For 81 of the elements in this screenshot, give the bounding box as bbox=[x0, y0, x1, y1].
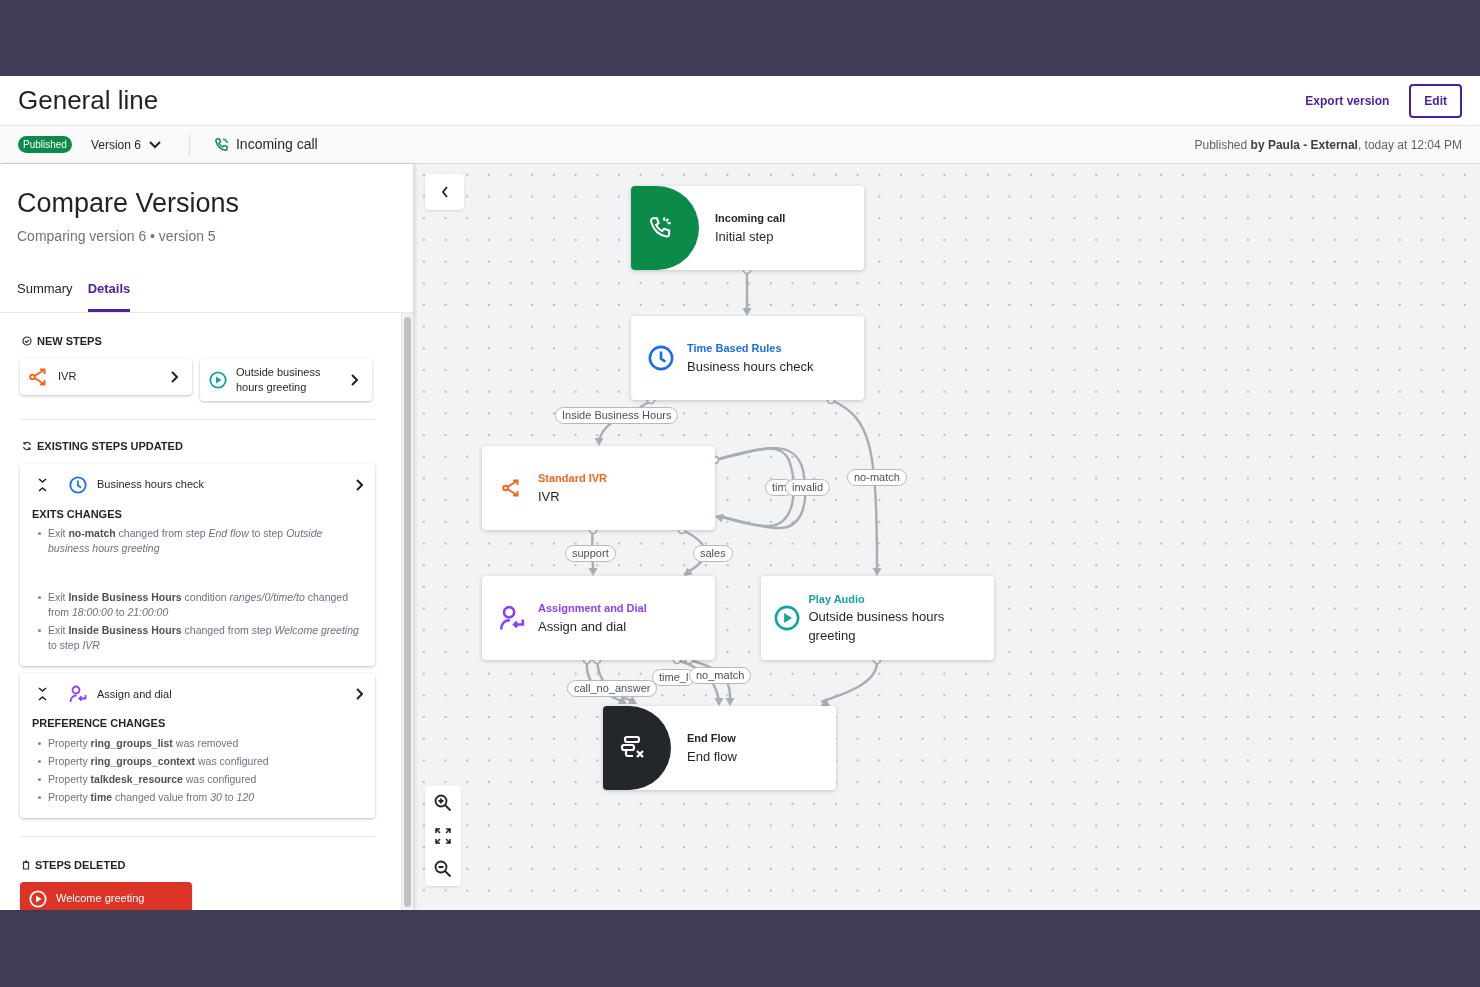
chevron-left-icon bbox=[440, 186, 449, 198]
edge-label: support bbox=[565, 545, 616, 562]
expand-icon bbox=[435, 828, 451, 844]
node-title: IVR bbox=[538, 487, 561, 506]
clock-icon bbox=[648, 345, 674, 371]
person-arrow-icon bbox=[499, 605, 525, 631]
bullet bbox=[38, 759, 41, 763]
edge-label: invalid bbox=[785, 479, 831, 496]
change-text: Property talkdesk_resource was configured bbox=[48, 771, 257, 787]
section-heading: EXISTING STEPS UPDATED bbox=[37, 439, 183, 454]
tab[interactable]: Details bbox=[87, 279, 131, 312]
change-text: Property ring_groups_context was configured bbox=[48, 753, 269, 769]
bullet bbox=[38, 795, 41, 799]
node-title: Initial step bbox=[715, 227, 775, 246]
node-title: End flow bbox=[687, 747, 737, 766]
step-card[interactable]: IVR bbox=[20, 358, 192, 395]
change-text: Property ring_groups_list was removed bbox=[48, 735, 239, 751]
person-arrow-icon bbox=[69, 685, 87, 703]
section-heading: NEW STEPS bbox=[37, 333, 102, 349]
page-title: General line bbox=[18, 84, 159, 117]
bullet bbox=[38, 741, 41, 745]
chevron-down-icon bbox=[148, 140, 161, 149]
export-link[interactable]: Export version bbox=[1305, 91, 1390, 110]
edge-label: call_no_answer bbox=[567, 680, 658, 697]
play-circle-icon bbox=[209, 370, 227, 389]
chevron-right-icon bbox=[355, 478, 363, 491]
node-category: Assignment and Dial bbox=[538, 601, 647, 617]
section-heading: STEPS DELETED bbox=[35, 857, 126, 873]
panel-title: Compare Versions bbox=[17, 190, 241, 217]
change-text: Exit Inside Business Hours changed from step Welcome greeting to step IVR bbox=[48, 623, 360, 653]
node-category: Time Based Rules bbox=[687, 341, 783, 357]
node-title: Outside business hours greeting bbox=[808, 608, 946, 646]
check-circle-icon bbox=[22, 335, 32, 346]
published-info: Published by Paula - External, today at 12:04 PM bbox=[1194, 136, 1462, 154]
edit-button[interactable]: Edit bbox=[1409, 83, 1462, 118]
deleted-step[interactable]: Welcome greeting bbox=[20, 882, 192, 910]
tab[interactable]: Summary bbox=[17, 279, 73, 312]
node-category: End Flow bbox=[687, 731, 737, 747]
fit-view-button[interactable] bbox=[435, 828, 451, 844]
branch-icon bbox=[29, 367, 49, 386]
play-circle-icon bbox=[773, 605, 800, 631]
clock-icon bbox=[69, 475, 87, 494]
branch-icon bbox=[502, 479, 522, 497]
collapse-icon[interactable] bbox=[38, 477, 47, 492]
trigger-label: Incoming call bbox=[235, 135, 318, 154]
version-dropdown[interactable]: Version 6 bbox=[90, 135, 161, 154]
group-title: EXITS CHANGES bbox=[32, 506, 123, 522]
step-card[interactable]: Outside business hours greeting bbox=[200, 358, 372, 401]
refresh-icon bbox=[22, 441, 32, 452]
trash-icon bbox=[22, 859, 30, 870]
node-category: Incoming call bbox=[715, 211, 786, 227]
node-category: Play Audio bbox=[808, 591, 866, 607]
edge-label: no-match bbox=[847, 469, 907, 486]
bullet bbox=[38, 629, 41, 632]
change-text: Property time changed value from 30 to 120 bbox=[48, 789, 255, 805]
bullet bbox=[38, 777, 41, 781]
collapse-icon[interactable] bbox=[38, 687, 47, 701]
panel-subtitle: Comparing version 6 • version 5 bbox=[17, 227, 217, 246]
scrollbar[interactable] bbox=[401, 312, 413, 910]
bullet bbox=[38, 596, 41, 599]
node-category: Standard IVR bbox=[538, 471, 608, 487]
zoom-out-icon bbox=[434, 860, 452, 878]
zoom-out-button[interactable] bbox=[434, 860, 452, 878]
chevron-right-icon bbox=[170, 370, 178, 383]
node-title: Assign and dial bbox=[538, 617, 628, 636]
phone-ringing-icon bbox=[213, 136, 230, 153]
step-name: Business hours check bbox=[97, 477, 205, 493]
group-title: PREFERENCE CHANGES bbox=[32, 716, 167, 731]
edge-label: no_match bbox=[689, 667, 752, 684]
chevron-right-icon bbox=[350, 373, 358, 386]
play-circle-icon bbox=[29, 889, 47, 908]
step-name: Assign and dial bbox=[97, 686, 173, 702]
zoom-in-icon bbox=[434, 794, 452, 812]
edge-label: sales bbox=[693, 545, 733, 562]
edge-label: Inside Business Hours bbox=[555, 407, 679, 424]
bullet bbox=[38, 532, 41, 535]
chevron-right-icon bbox=[355, 688, 363, 700]
change-text: Exit no-match changed from step End flow to step Outside business hours greeting bbox=[48, 526, 324, 556]
zoom-in-button[interactable] bbox=[434, 794, 452, 812]
status-badge: Published bbox=[18, 136, 72, 153]
node-title: Business hours check bbox=[687, 357, 814, 376]
